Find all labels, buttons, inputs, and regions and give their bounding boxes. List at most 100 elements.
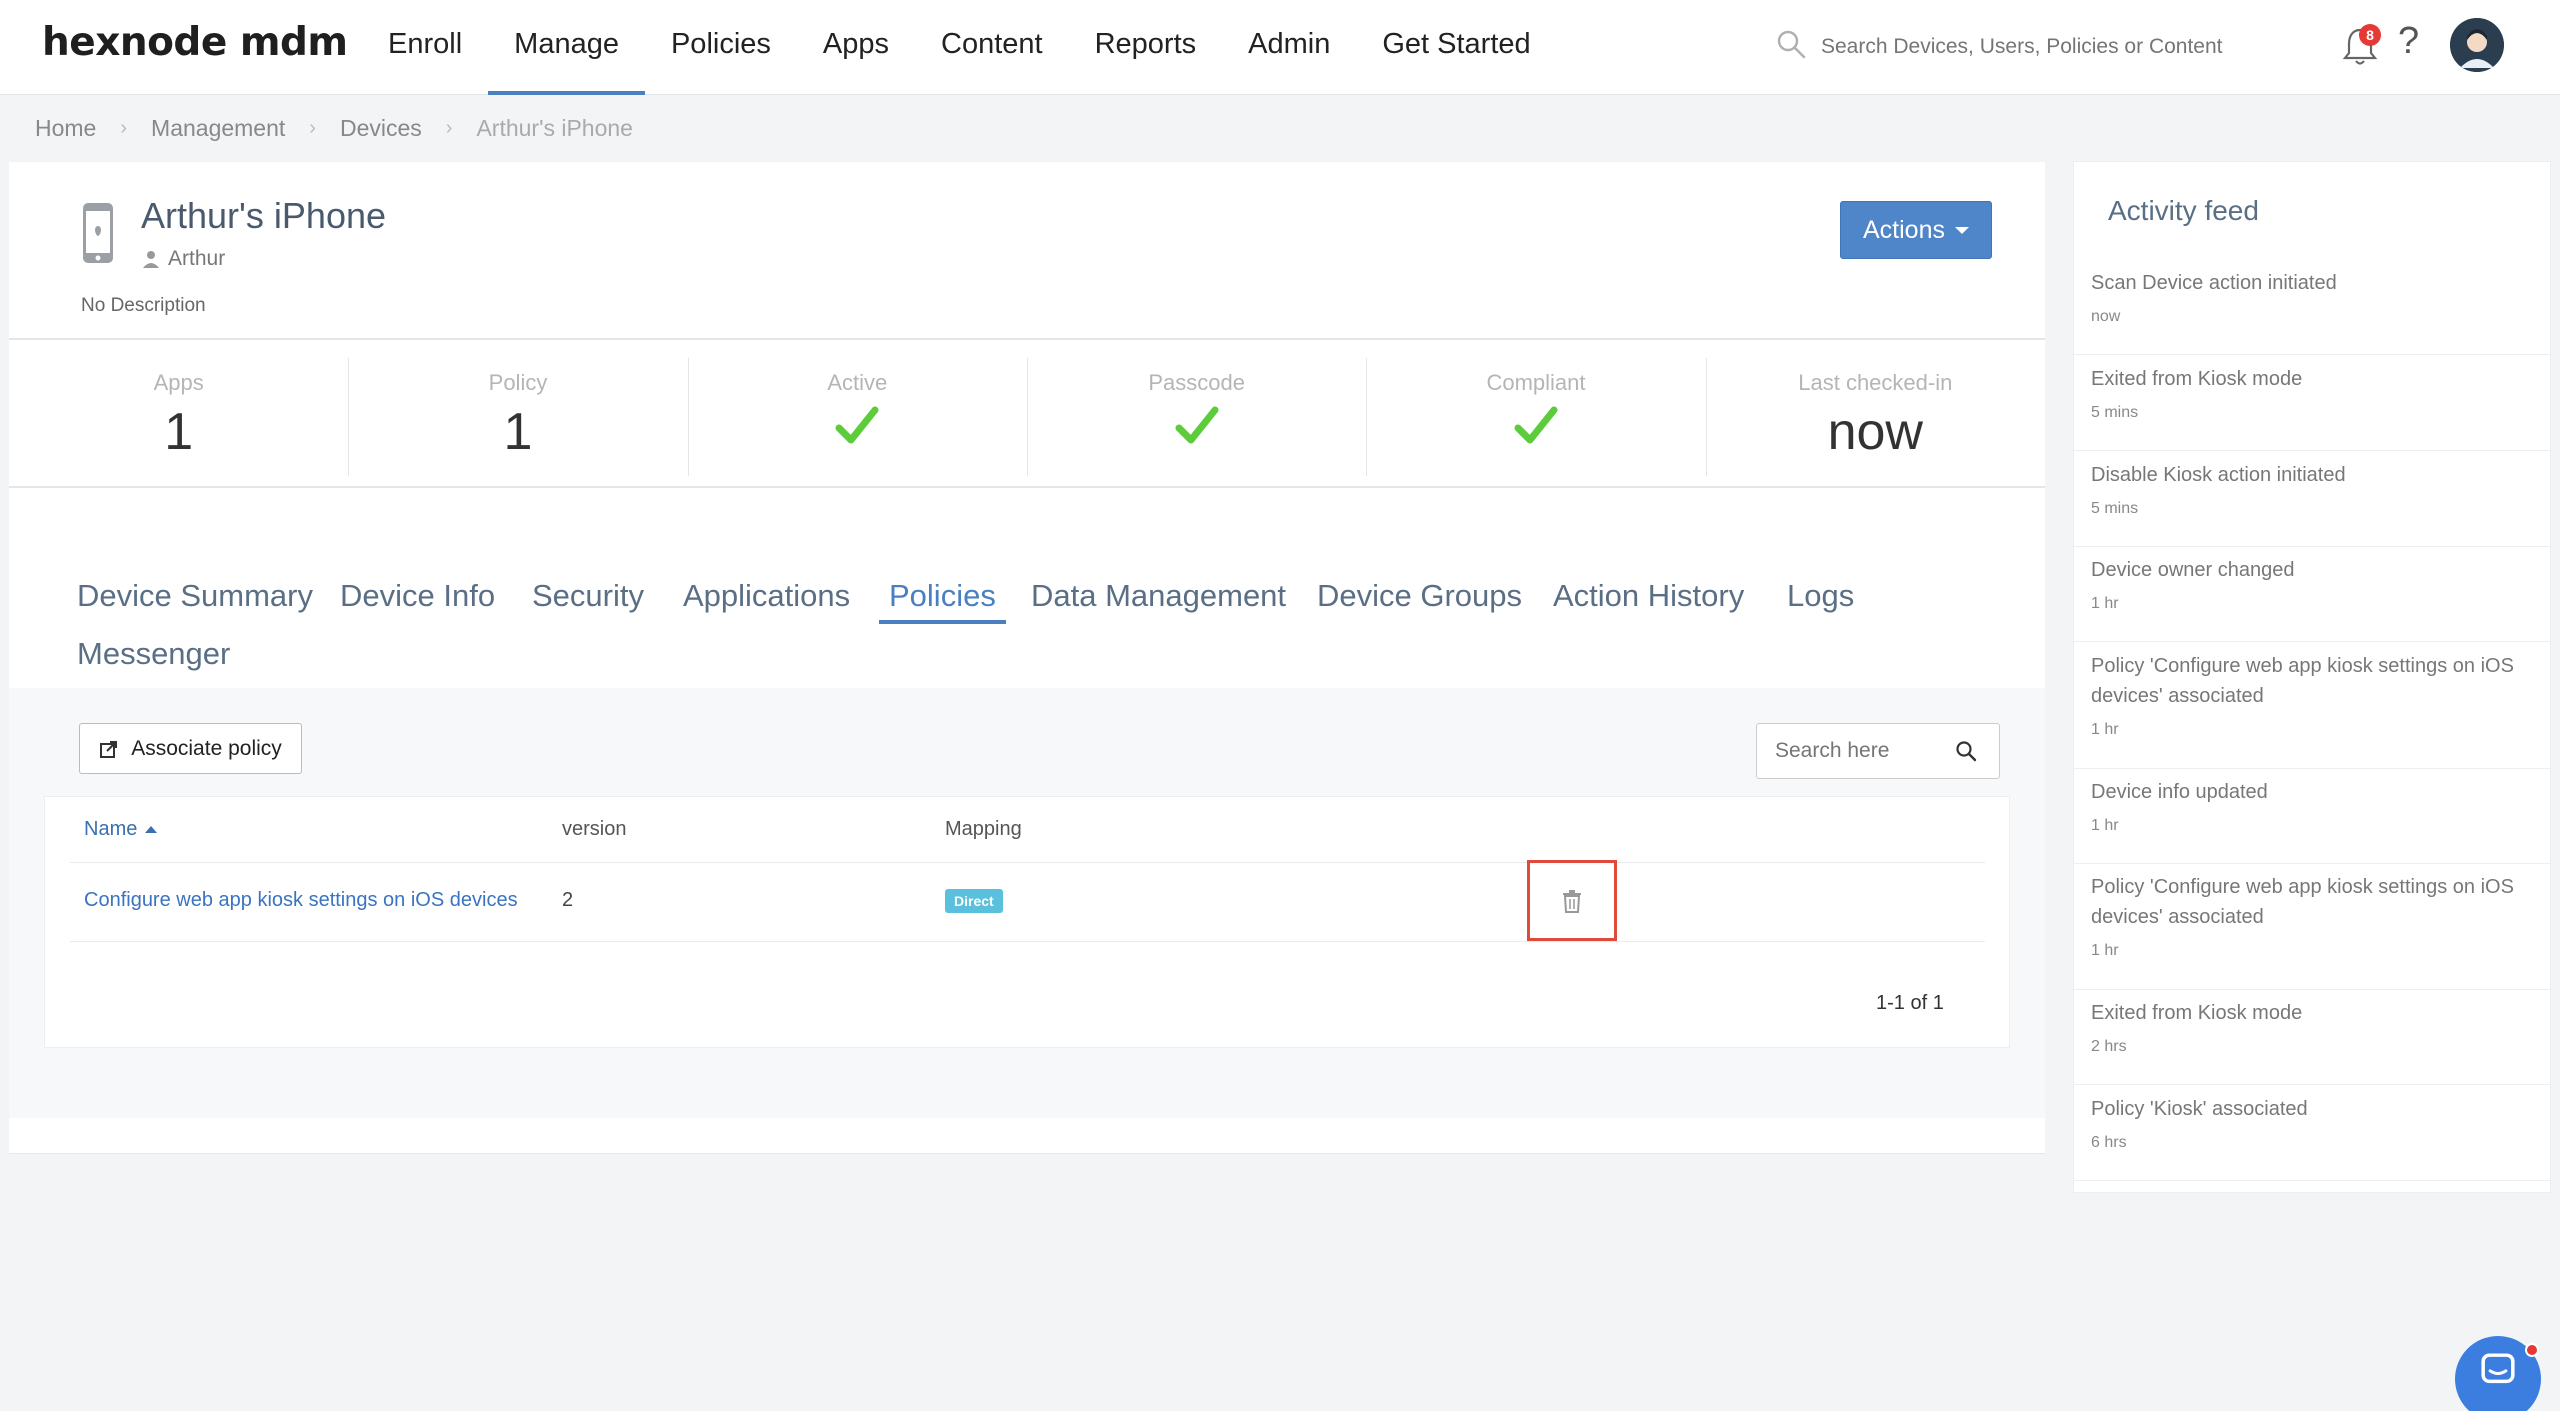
tab-policies[interactable]: Policies — [879, 578, 1006, 624]
nav-apps[interactable]: Apps — [797, 0, 915, 95]
stat-label: Apps — [153, 370, 204, 395]
notification-count-badge: 8 — [2359, 24, 2381, 46]
stat-label: Policy — [488, 370, 548, 395]
associate-policy-label: Associate policy — [131, 736, 282, 760]
main-nav: Enroll Manage Policies Apps Content Repo… — [362, 0, 1557, 95]
nav-get-started[interactable]: Get Started — [1356, 0, 1556, 95]
iphone-icon — [82, 202, 114, 264]
feed-item-time: 2 hrs — [2091, 1038, 2127, 1055]
feed-item: Device info updated 1 hr — [2074, 777, 2550, 864]
remove-policy-button[interactable] — [1527, 860, 1617, 941]
search-icon — [1775, 28, 1807, 65]
nav-enroll[interactable]: Enroll — [362, 0, 488, 95]
feed-item-text: Device info updated — [2091, 781, 2268, 803]
top-navbar: hexnode mdm Enroll Manage Policies Apps … — [0, 0, 2560, 95]
stat-value: 1 — [164, 403, 194, 461]
actions-dropdown-button[interactable]: Actions — [1840, 201, 1992, 259]
stat-compliant: Compliant — [1366, 340, 1705, 486]
column-header-name[interactable]: Name — [84, 818, 158, 841]
feed-item-text: Exited from Kiosk mode — [2091, 368, 2303, 390]
policy-name-link[interactable]: Configure web app kiosk settings on iOS … — [84, 889, 518, 912]
feed-item: Exited from Kiosk mode 5 mins — [2074, 364, 2550, 451]
policy-search — [1756, 723, 2000, 779]
stat-passcode: Passcode — [1026, 340, 1366, 486]
device-name: Arthur's iPhone — [141, 195, 387, 236]
feed-item-time: 5 mins — [2091, 404, 2139, 421]
feed-item: Scan Device action initiated now — [2074, 268, 2550, 355]
device-stats: Apps 1 Policy 1 Active Passcode Complian… — [9, 338, 2045, 488]
feed-item-text: Policy 'Configure web app kiosk settings… — [2091, 655, 2514, 707]
tab-applications[interactable]: Applications — [683, 578, 850, 614]
mapping-badge: Direct — [945, 889, 1003, 913]
feed-item-time: now — [2091, 308, 2121, 325]
nav-content[interactable]: Content — [915, 0, 1069, 95]
breadcrumb-home[interactable]: Home — [35, 115, 96, 142]
feed-item-time: 1 hr — [2091, 721, 2119, 738]
hexnode-logo[interactable]: hexnode mdm — [42, 20, 348, 65]
feed-item-time: 1 hr — [2091, 942, 2119, 959]
check-icon — [1027, 406, 1366, 451]
nav-admin[interactable]: Admin — [1222, 0, 1356, 95]
trash-icon — [1563, 889, 1581, 913]
breadcrumb: Home › Management › Devices › Arthur's i… — [35, 115, 633, 142]
feed-item-time: 6 hrs — [2091, 1134, 2127, 1151]
policies-table — [44, 796, 2010, 1048]
stat-label: Active — [827, 370, 888, 395]
chevron-right-icon: › — [309, 117, 316, 139]
stat-value: 1 — [503, 403, 533, 461]
feed-item-time: 1 hr — [2091, 817, 2119, 834]
feed-item-time: 5 mins — [2091, 500, 2139, 517]
tab-data-management[interactable]: Data Management — [1031, 578, 1286, 614]
device-description: No Description — [81, 295, 206, 316]
feed-item-time: 1 hr — [2091, 595, 2119, 612]
tab-security[interactable]: Security — [532, 578, 644, 614]
stat-policy[interactable]: Policy 1 — [348, 340, 687, 486]
nav-reports[interactable]: Reports — [1069, 0, 1223, 95]
stat-label: Compliant — [1486, 370, 1586, 395]
actions-label: Actions — [1863, 215, 1945, 244]
tab-logs[interactable]: Logs — [1787, 578, 1854, 614]
feed-item-text: Policy 'Configure web app kiosk settings… — [2091, 876, 2514, 928]
stat-value: now — [1827, 403, 1923, 461]
policy-search-input[interactable] — [1757, 739, 1947, 763]
activity-feed-title: Activity feed — [2108, 195, 2259, 226]
tab-action-history[interactable]: Action History — [1553, 578, 1744, 614]
global-search-input[interactable] — [1821, 34, 2231, 59]
tab-device-info[interactable]: Device Info — [340, 578, 495, 614]
device-user-name[interactable]: Arthur — [168, 247, 225, 271]
pagination-info: 1-1 of 1 — [1876, 992, 1944, 1014]
divider — [70, 941, 1985, 942]
column-header-version: version — [562, 818, 627, 840]
nav-policies[interactable]: Policies — [645, 0, 797, 95]
breadcrumb-current: Arthur's iPhone — [476, 115, 633, 141]
tab-device-summary[interactable]: Device Summary — [77, 578, 313, 614]
tab-device-groups[interactable]: Device Groups — [1317, 578, 1522, 614]
divider — [70, 862, 1985, 863]
search-icon[interactable] — [1955, 740, 1977, 762]
feed-item-text: Exited from Kiosk mode — [2091, 1002, 2303, 1024]
global-search — [1775, 28, 2245, 65]
user-avatar[interactable] — [2450, 18, 2504, 72]
column-header-mapping: Mapping — [945, 818, 1022, 840]
stat-active: Active — [687, 340, 1027, 486]
associate-policy-button[interactable]: Associate policy — [79, 723, 302, 774]
policy-version: 2 — [562, 889, 574, 911]
chat-unread-dot — [2525, 1343, 2539, 1357]
stat-label: Passcode — [1148, 370, 1245, 395]
feed-item: Device owner changed 1 hr — [2074, 555, 2550, 642]
stat-apps[interactable]: Apps 1 — [9, 340, 348, 486]
stat-last-checked-in: Last checked-in now — [1705, 340, 2045, 486]
check-icon — [1366, 406, 1705, 451]
breadcrumb-management[interactable]: Management — [151, 115, 285, 142]
feed-item: Policy 'Kiosk' associated 6 hrs — [2074, 1094, 2550, 1181]
sort-ascending-icon — [145, 826, 158, 833]
feed-item: Policy 'Configure web app kiosk settings… — [2074, 651, 2550, 769]
nav-manage[interactable]: Manage — [488, 0, 645, 95]
feed-item-text: Scan Device action initiated — [2091, 272, 2337, 294]
tab-messenger[interactable]: Messenger — [77, 636, 230, 672]
breadcrumb-devices[interactable]: Devices — [340, 115, 422, 142]
check-icon — [688, 406, 1027, 451]
help-icon[interactable]: ? — [2398, 20, 2419, 63]
feed-item: Exited from Kiosk mode 2 hrs — [2074, 998, 2550, 1085]
feed-item-text: Policy 'Kiosk' associated — [2091, 1098, 2308, 1120]
